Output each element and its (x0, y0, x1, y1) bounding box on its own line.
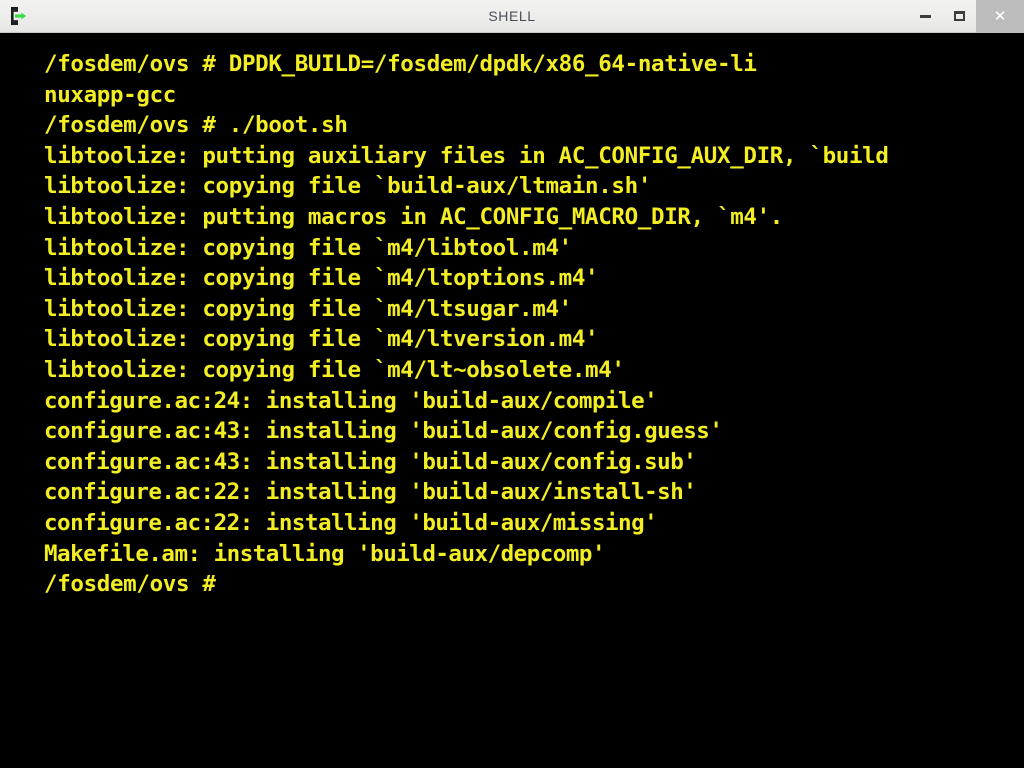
terminal-line: Makefile.am: installing 'build-aux/depco… (44, 540, 605, 567)
close-icon: ✕ (993, 7, 1007, 25)
shell-window: SHELL ✕ /fosdem/ovs # DPDK_BUILD=/fosdem… (0, 0, 1024, 768)
close-button[interactable]: ✕ (976, 0, 1024, 33)
terminal-line: /fosdem/ovs # DPDK_BUILD=/fosdem/dpdk/x8… (44, 51, 757, 77)
terminal-line: libtoolize: putting auxiliary files in A… (44, 142, 889, 169)
minimize-icon (919, 14, 931, 18)
terminal-lines: /fosdem/ovs # DPDK_BUILD=/fosdem/dpdk/x8… (44, 49, 1024, 600)
terminal-line: configure.ac:22: installing 'build-aux/m… (44, 509, 658, 536)
maximize-button[interactable] (942, 0, 976, 33)
minimize-button[interactable] (908, 0, 942, 33)
terminal-line: libtoolize: copying file `m4/libtool.m4' (44, 234, 572, 261)
window-title: SHELL (488, 7, 536, 24)
terminal-line: configure.ac:22: installing 'build-aux/i… (44, 479, 697, 506)
terminal-line: /fosdem/ovs # ./boot.sh (44, 112, 348, 139)
terminal-icon (3, 1, 33, 31)
terminal-line: configure.ac:43: installing 'build-aux/c… (44, 418, 723, 445)
terminal-output-area[interactable]: /fosdem/ovs # DPDK_BUILD=/fosdem/dpdk/x8… (0, 33, 1024, 768)
terminal-line: libtoolize: copying file `m4/lt~obsolete… (44, 356, 625, 383)
terminal-line: libtoolize: copying file `build-aux/ltma… (44, 173, 652, 200)
maximize-icon (953, 11, 965, 21)
terminal-line: configure.ac:43: installing 'build-aux/c… (44, 448, 697, 475)
terminal-line: libtoolize: putting macros in AC_CONFIG_… (44, 203, 783, 230)
terminal-line: libtoolize: copying file `m4/ltsugar.m4' (44, 295, 572, 322)
terminal-line: libtoolize: copying file `m4/ltversion.m… (44, 326, 599, 353)
terminal-line: configure.ac:24: installing 'build-aux/c… (44, 387, 658, 414)
window-controls: ✕ (908, 0, 1024, 33)
window-titlebar[interactable]: SHELL ✕ (0, 0, 1024, 33)
terminal-line: nuxapp-gcc (44, 81, 176, 108)
terminal-line: libtoolize: copying file `m4/ltoptions.m… (44, 265, 599, 292)
terminal-line: /fosdem/ovs # (44, 571, 229, 598)
